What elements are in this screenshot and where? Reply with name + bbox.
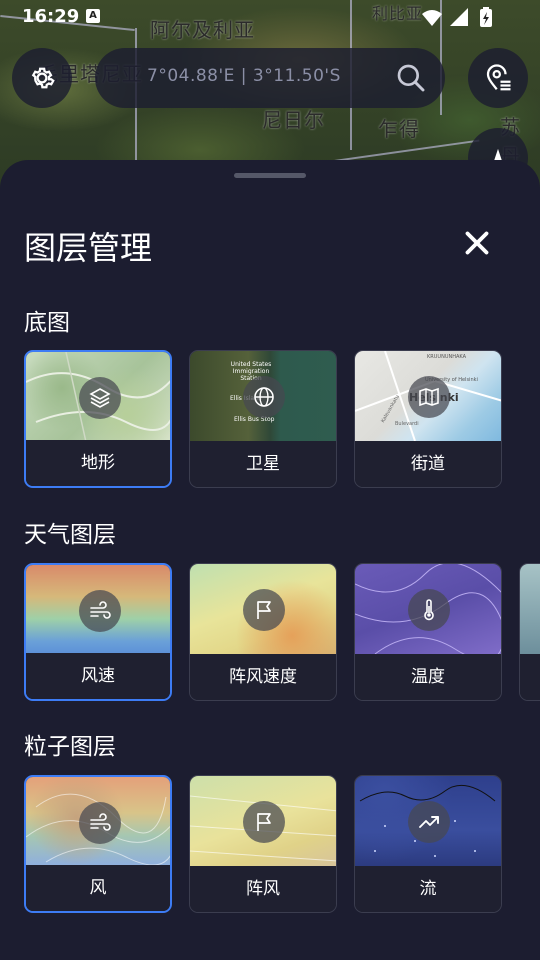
flag-icon: [257, 601, 271, 619]
notification-badge: A: [86, 9, 100, 23]
close-icon: [465, 231, 489, 255]
layers-icon: [89, 388, 111, 408]
layer-label: 卫星: [190, 441, 336, 487]
wind-icon-bubble: [79, 590, 121, 632]
flag-icon-bubble: [243, 589, 285, 631]
wind-icon: [90, 601, 111, 619]
close-button[interactable]: [458, 224, 496, 262]
section-title-weather: 天气图层: [24, 522, 116, 548]
wind-icon-bubble: [79, 802, 121, 844]
section-title-base-map: 底图: [24, 310, 70, 336]
globe-icon-bubble: [243, 376, 285, 418]
base-map-row: 地形 United States Immigration Station Ell…: [24, 350, 540, 490]
trend-up-icon: [419, 816, 439, 828]
layer-card-more[interactable]: [519, 563, 540, 701]
layer-label: 风速: [26, 653, 170, 699]
more-thumbnail: [520, 564, 540, 654]
sheet-title: 图层管理: [24, 229, 153, 267]
layer-label: 街道: [355, 441, 501, 487]
layer-label: 温度: [355, 654, 501, 700]
layer-card-gust-speed[interactable]: 阵风速度: [189, 563, 337, 701]
system-icons: [420, 7, 500, 33]
gear-icon: [31, 67, 55, 89]
map-label-chad: 乍得: [378, 117, 420, 141]
layer-label: [520, 654, 540, 700]
layer-card-current[interactable]: 流: [354, 775, 502, 913]
layer-label: 流: [355, 866, 501, 912]
street-label-street-2: Bulevardi: [395, 421, 419, 427]
wifi-icon: [422, 10, 442, 26]
flag-icon: [257, 813, 271, 831]
status-bar: 16:29 A: [0, 0, 540, 34]
weather-layer-row: 风速 阵风速度 温度: [24, 563, 540, 703]
layer-card-particle-wind[interactable]: 风: [24, 775, 172, 913]
trend-up-icon-bubble: [408, 801, 450, 843]
status-time: 16:29: [22, 6, 80, 27]
street-label-district: KRUUNUNHAKA: [427, 354, 467, 360]
globe-icon: [254, 387, 274, 407]
layer-card-terrain[interactable]: 地形: [24, 350, 172, 488]
drag-handle[interactable]: [234, 173, 306, 178]
particle-layer-row: 风 阵风 流: [24, 775, 540, 915]
layer-label: 地形: [26, 440, 170, 486]
signal-icon: [450, 8, 468, 26]
layer-card-satellite[interactable]: United States Immigration Station Ellis …: [189, 350, 337, 488]
layer-card-wind-speed[interactable]: 风速: [24, 563, 172, 701]
country-border: [330, 139, 480, 163]
layers-icon-bubble: [79, 377, 121, 419]
flag-icon-bubble: [243, 801, 285, 843]
wind-icon: [90, 813, 111, 831]
layer-label: 阵风: [190, 866, 336, 912]
layer-label: 阵风速度: [190, 654, 336, 700]
map-icon-bubble: [408, 376, 450, 418]
layer-management-sheet: 图层管理 底图 地形 United States Immigration Sta…: [0, 160, 540, 960]
layer-card-temperature[interactable]: 温度: [354, 563, 502, 701]
layer-card-particle-gust[interactable]: 阵风: [189, 775, 337, 913]
map-icon: [419, 387, 439, 407]
coordinate-readout: 7°04.88'E | 3°11.50'S: [147, 66, 341, 86]
battery-charging-icon: [480, 7, 492, 27]
layer-card-street[interactable]: KRUUNUNHAKA University of Helsinki Helsi…: [354, 350, 502, 488]
section-title-particle: 粒子图层: [24, 734, 116, 760]
location-marks-button[interactable]: [468, 48, 528, 108]
layer-label: 风: [26, 865, 170, 911]
map-label-niger: 尼日尔: [262, 108, 325, 132]
thermometer-icon-bubble: [408, 589, 450, 631]
search-icon[interactable]: [395, 62, 427, 94]
thermometer-icon: [424, 599, 434, 621]
coordinate-search-bar[interactable]: 7°04.88'E | 3°11.50'S: [95, 48, 445, 108]
settings-button[interactable]: [12, 48, 72, 108]
location-mark-icon: [486, 64, 511, 91]
